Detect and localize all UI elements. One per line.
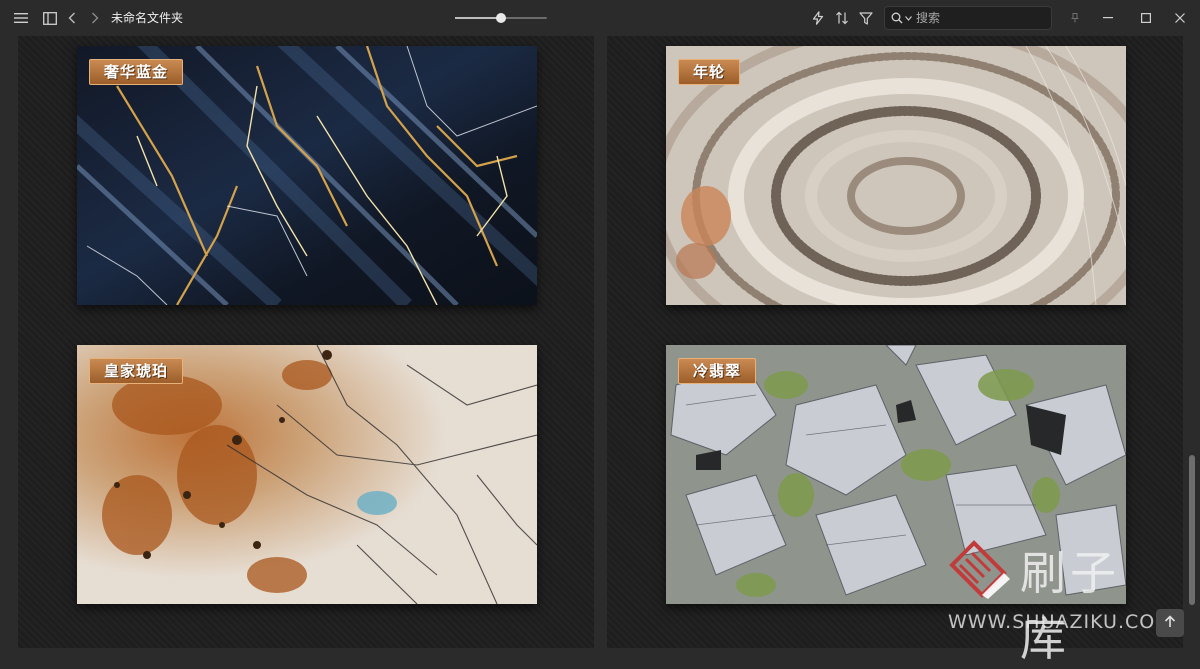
minimize-icon[interactable] [1088, 0, 1128, 36]
search-box[interactable] [884, 6, 1052, 30]
title-bar: 未命名文件夹 [0, 0, 1200, 36]
page-left: 奢华蓝金 皇家琥珀 [18, 36, 594, 648]
brush-logo-icon [949, 540, 1010, 599]
menu-icon[interactable] [10, 0, 32, 36]
chevron-left-icon[interactable] [63, 0, 81, 36]
chevron-right-icon[interactable] [86, 0, 104, 36]
tile-image[interactable]: 皇家琥珀 [77, 345, 537, 604]
arrow-up-icon [1164, 614, 1176, 632]
watermark-en: WWW.SHUAZIKU.COM [948, 611, 1173, 633]
watermark-cn: 刷子库 [1020, 546, 1120, 666]
watermark: 刷子库 WWW.SHUAZIKU.COM [948, 535, 1172, 666]
zoom-slider-fill [455, 17, 501, 19]
zoom-slider[interactable] [455, 13, 547, 23]
tile-label: 冷翡翠 [678, 358, 757, 384]
scrollbar-thumb[interactable] [1189, 455, 1195, 605]
search-input[interactable] [912, 11, 1036, 25]
search-icon [891, 12, 903, 24]
tile-label: 奢华蓝金 [89, 59, 184, 85]
sort-icon[interactable] [832, 0, 852, 36]
filter-icon[interactable] [856, 0, 876, 36]
scroll-to-top-button[interactable] [1156, 609, 1184, 637]
folder-title: 未命名文件夹 [111, 11, 184, 25]
tile-label: 年轮 [678, 59, 741, 85]
chevron-down-icon[interactable] [905, 15, 912, 21]
tile-label: 皇家琥珀 [89, 358, 184, 384]
sidebar-icon[interactable] [39, 0, 61, 36]
tile-image[interactable]: 年轮 [666, 46, 1126, 305]
tile-image[interactable]: 奢华蓝金 [77, 46, 537, 305]
zoom-slider-thumb[interactable] [496, 13, 506, 23]
flash-icon[interactable] [808, 0, 828, 36]
close-icon[interactable] [1160, 0, 1200, 36]
